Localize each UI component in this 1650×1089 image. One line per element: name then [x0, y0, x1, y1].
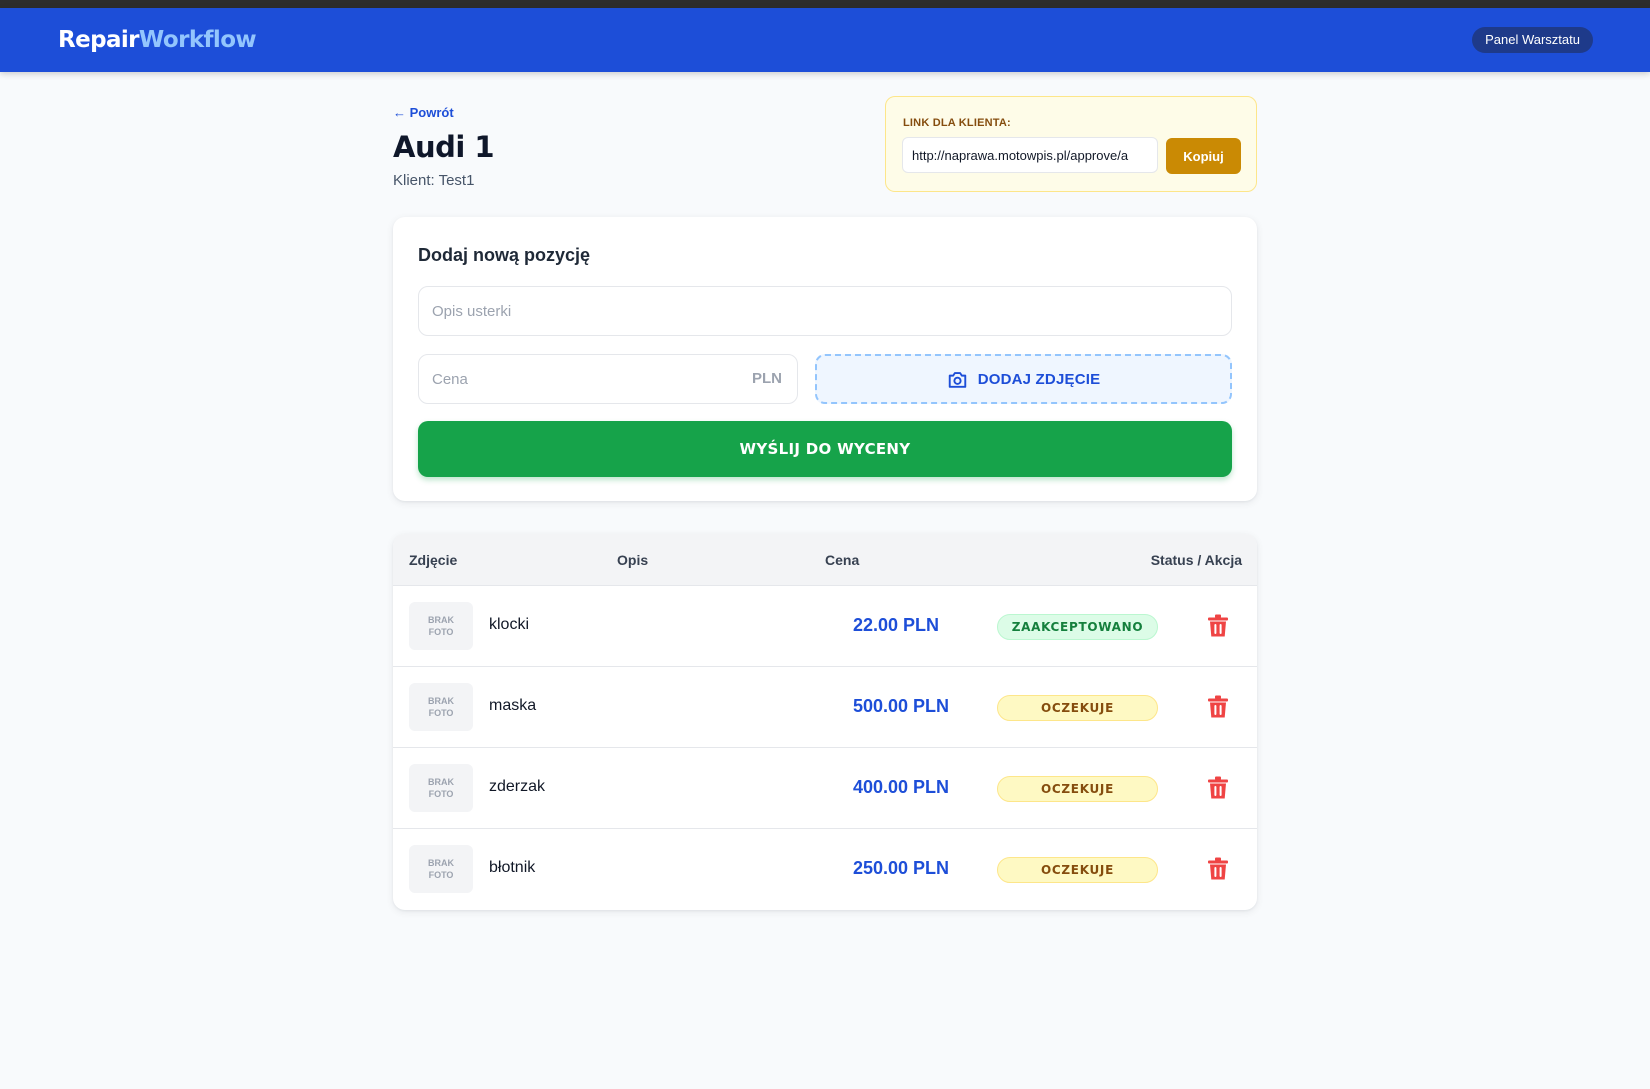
no-photo-text: BRAK — [428, 696, 454, 706]
no-photo-placeholder: BRAK FOTO — [409, 602, 473, 650]
window-top-strip — [0, 0, 1650, 8]
price-field: PLN — [418, 354, 798, 404]
items-table: Zdjęcie Opis Cena Status / Akcja BRAK FOT… — [393, 534, 1257, 910]
table-header: Zdjęcie Opis Cena Status / Akcja — [393, 534, 1257, 586]
table-row: BRAK FOTO maska 500.00 PLN OCZEKUJE — [393, 667, 1257, 748]
item-price: 250.00 PLN — [853, 858, 950, 878]
description-input[interactable] — [418, 286, 1232, 336]
add-item-card: Dodaj nową pozycję PLN DODAJ ZDJĘCIE WYŚ… — [393, 217, 1257, 501]
submit-quote-button[interactable]: WYŚLIJ DO WYCENY — [418, 421, 1232, 477]
table-row: BRAK FOTO błotnik 250.00 PLN OCZEKUJE — [393, 829, 1257, 910]
no-photo-text: FOTO — [428, 870, 454, 880]
trash-icon[interactable] — [1207, 857, 1229, 881]
item-description: klocki — [489, 616, 530, 633]
table-row: BRAK FOTO zderzak 400.00 PLN OCZEKUJE — [393, 748, 1257, 829]
add-photo-button[interactable]: DODAJ ZDJĘCIE — [815, 354, 1232, 404]
status-badge: OCZEKUJE — [997, 776, 1158, 802]
col-header-price: Cena — [825, 552, 860, 568]
add-item-title: Dodaj nową pozycję — [418, 245, 591, 265]
back-link[interactable]: ← Powrót — [393, 105, 454, 120]
col-header-status-action: Status / Akcja — [1150, 552, 1242, 568]
status-badge: OCZEKUJE — [997, 695, 1158, 721]
client-link-box: LINK DLA KLIENTA: Kopiuj — [885, 96, 1257, 192]
no-photo-text: FOTO — [428, 708, 454, 718]
camera-icon — [948, 371, 966, 388]
trash-icon[interactable] — [1207, 695, 1229, 719]
trash-icon[interactable] — [1207, 776, 1229, 800]
add-photo-label: DODAJ ZDJĘCIE — [977, 370, 1101, 388]
no-photo-placeholder: BRAK FOTO — [409, 845, 473, 893]
item-description: błotnik — [489, 859, 536, 876]
item-price: 500.00 PLN — [853, 696, 950, 716]
no-photo-text: FOTO — [428, 789, 454, 799]
client-name: Klient: Test1 — [393, 172, 475, 189]
col-header-description: Opis — [617, 552, 649, 568]
item-description: zderzak — [489, 778, 546, 795]
brand-logo[interactable]: RepairWorkflow — [58, 27, 257, 53]
status-badge: ZAAKCEPTOWANO — [997, 614, 1158, 640]
trash-icon[interactable] — [1207, 614, 1229, 638]
item-price: 400.00 PLN — [853, 777, 950, 797]
no-photo-text: BRAK — [428, 615, 454, 625]
currency-suffix: PLN — [752, 370, 782, 387]
no-photo-text: BRAK — [428, 777, 454, 787]
no-photo-text: FOTO — [428, 627, 454, 637]
no-photo-placeholder: BRAK FOTO — [409, 764, 473, 812]
top-navbar: RepairWorkflow Panel Warsztatu — [0, 8, 1650, 72]
no-photo-text: BRAK — [428, 858, 454, 868]
item-description: maska — [489, 697, 537, 714]
no-photo-placeholder: BRAK FOTO — [409, 683, 473, 731]
client-link-label: LINK DLA KLIENTA: — [903, 117, 1011, 129]
brand-part-workflow: Workflow — [138, 27, 257, 53]
price-input[interactable] — [418, 354, 798, 404]
copy-link-button[interactable]: Kopiuj — [1166, 138, 1241, 174]
status-badge: OCZEKUJE — [997, 857, 1158, 883]
brand-part-repair: Repair — [58, 27, 140, 53]
col-header-photo: Zdjęcie — [409, 552, 458, 568]
table-row: BRAK FOTO klocki 22.00 PLN ZAAKCEPTOWANO — [393, 586, 1257, 667]
page-title: Audi 1 — [393, 130, 495, 164]
client-link-input[interactable] — [902, 137, 1158, 173]
item-price: 22.00 PLN — [853, 615, 940, 635]
workshop-panel-badge[interactable]: Panel Warsztatu — [1472, 27, 1593, 53]
